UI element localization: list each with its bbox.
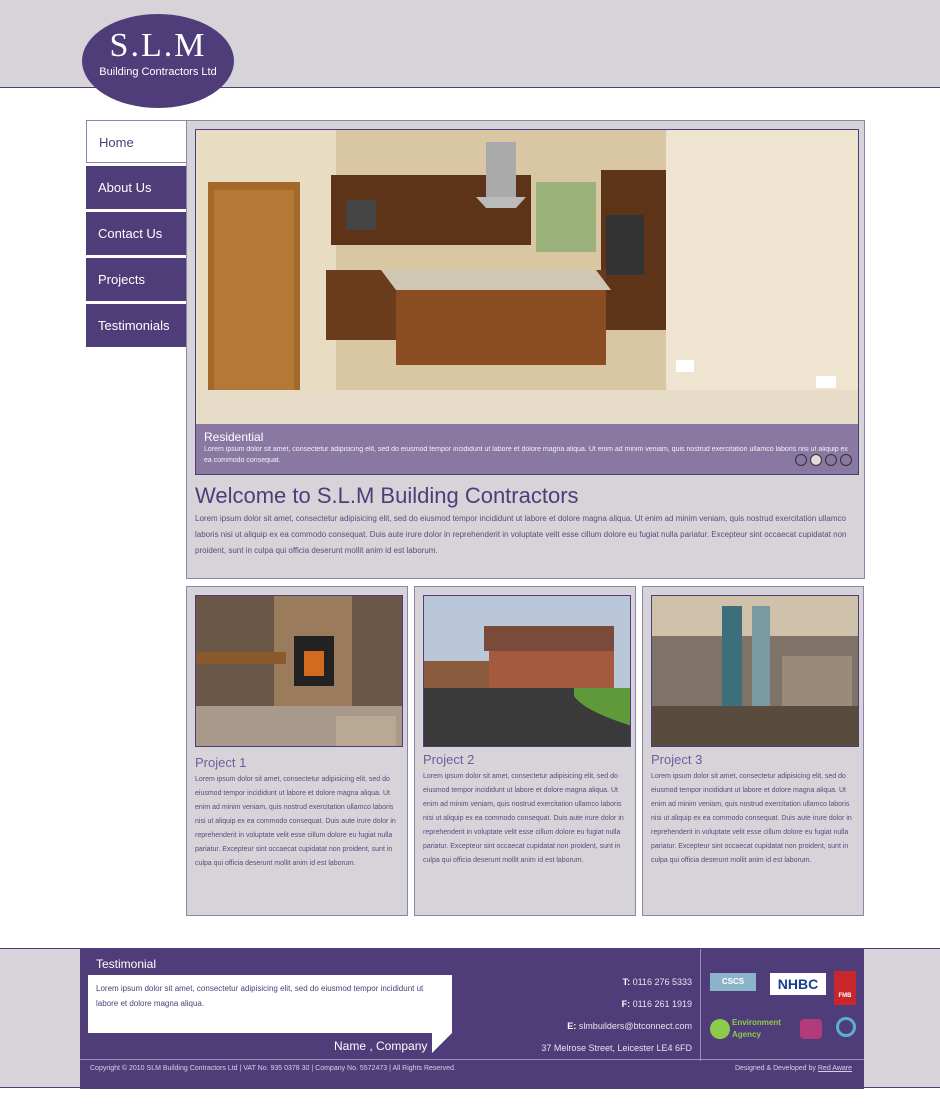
footer-panel: Testimonial Lorem ipsum dolor sit amet, …: [80, 949, 864, 1089]
hero-caption: Residential Lorem ipsum dolor sit amet, …: [196, 424, 858, 474]
welcome-text: Lorem ipsum dolor sit amet, consectetur …: [195, 514, 847, 555]
logo-title: S.L.M: [109, 27, 207, 64]
project-1-image[interactable]: [195, 595, 403, 747]
address: 37 Melrose Street, Leicester LE4 6FD: [541, 1043, 692, 1053]
contact-details: T: 0116 276 5333 F: 0116 261 1919 E: slm…: [541, 971, 692, 1059]
project-2-title[interactable]: Project 2: [423, 752, 474, 767]
slide-dot[interactable]: [825, 454, 837, 466]
project-3-text: Lorem ipsum dolor sit amet, consectetur …: [651, 773, 852, 864]
cscs-logo: CSCS: [710, 973, 756, 991]
project-card-3[interactable]: Project 3 Lorem ipsum dolor sit amet, co…: [642, 586, 864, 916]
testimonial-author: Name , Company: [334, 1039, 428, 1053]
footer-line: [80, 1059, 864, 1060]
project-2-text: Lorem ipsum dolor sit amet, consectetur …: [423, 773, 624, 864]
project-1-text: Lorem ipsum dolor sit amet, consectetur …: [195, 776, 396, 867]
nav-home[interactable]: Home: [86, 120, 186, 163]
designer-link[interactable]: Red Aware: [818, 1065, 852, 1072]
project-3-title[interactable]: Project 3: [651, 752, 702, 767]
hero-panel: Residential Lorem ipsum dolor sit amet, …: [186, 120, 865, 579]
email-label: E:: [567, 1021, 577, 1031]
accreditation-logos: CSCS NHBC FMB Environment Agency: [708, 969, 858, 1049]
testimonial-heading: Testimonial: [96, 957, 157, 971]
logo-subtitle: Building Contractors Ltd: [99, 66, 217, 78]
nav-projects[interactable]: Projects: [86, 258, 186, 301]
slide-dot[interactable]: [840, 454, 852, 466]
fireplace-image: [196, 596, 402, 746]
project-2-image[interactable]: [423, 595, 631, 747]
hero-caption-text: Lorem ipsum dolor sit amet, consectetur …: [204, 446, 848, 464]
welcome-heading: Welcome to S.L.M Building Contractors: [195, 483, 579, 508]
designed-by-prefix: Designed & Developed by: [734, 1065, 816, 1072]
site-logo[interactable]: S.L.M Building Contractors Ltd: [82, 14, 234, 108]
hero-slideshow[interactable]: Residential Lorem ipsum dolor sit amet, …: [195, 129, 859, 475]
accreditation-icon: [800, 1019, 822, 1039]
slide-dots: [795, 454, 852, 466]
house-image: [424, 596, 630, 746]
telephone-number[interactable]: 0116 276 5333: [633, 977, 692, 987]
speech-bubble-tail: [432, 1033, 452, 1053]
slide-dot-active[interactable]: [810, 454, 822, 466]
nav-contact-us[interactable]: Contact Us: [86, 212, 186, 255]
project-3-image[interactable]: [651, 595, 859, 747]
header: S.L.M Building Contractors Ltd: [0, 0, 940, 108]
tel-label: T:: [622, 977, 631, 987]
circle-logo-icon: [836, 1017, 856, 1037]
footer: Testimonial Lorem ipsum dolor sit amet, …: [0, 948, 940, 1089]
footer-divider: [700, 949, 701, 1061]
designed-by: Designed & Developed by Red Aware: [735, 1065, 852, 1072]
main-nav: Home About Us Contact Us Projects Testim…: [86, 120, 186, 350]
project-1-title[interactable]: Project 1: [195, 755, 246, 770]
testimonial-quote: Lorem ipsum dolor sit amet, consectetur …: [88, 975, 452, 1033]
project-card-2[interactable]: Project 2 Lorem ipsum dolor sit amet, co…: [414, 586, 636, 916]
nav-about-us[interactable]: About Us: [86, 166, 186, 209]
fax-label: F:: [621, 999, 631, 1009]
copyright-text: Copyright © 2010 SLM Building Contractor…: [90, 1065, 456, 1072]
hero-caption-title: Residential: [204, 430, 264, 444]
nhbc-logo: NHBC: [770, 973, 826, 995]
fax-number: 0116 261 1919: [632, 999, 692, 1009]
email-link[interactable]: slmbuilders@btconnect.com: [579, 1021, 692, 1031]
environment-agency-icon: [710, 1019, 730, 1039]
nav-testimonials[interactable]: Testimonials: [86, 304, 186, 347]
fmb-logo: FMB: [834, 971, 856, 1005]
slide-dot[interactable]: [795, 454, 807, 466]
project-card-1[interactable]: Project 1 Lorem ipsum dolor sit amet, co…: [186, 586, 408, 916]
restaurant-image: [652, 596, 858, 746]
